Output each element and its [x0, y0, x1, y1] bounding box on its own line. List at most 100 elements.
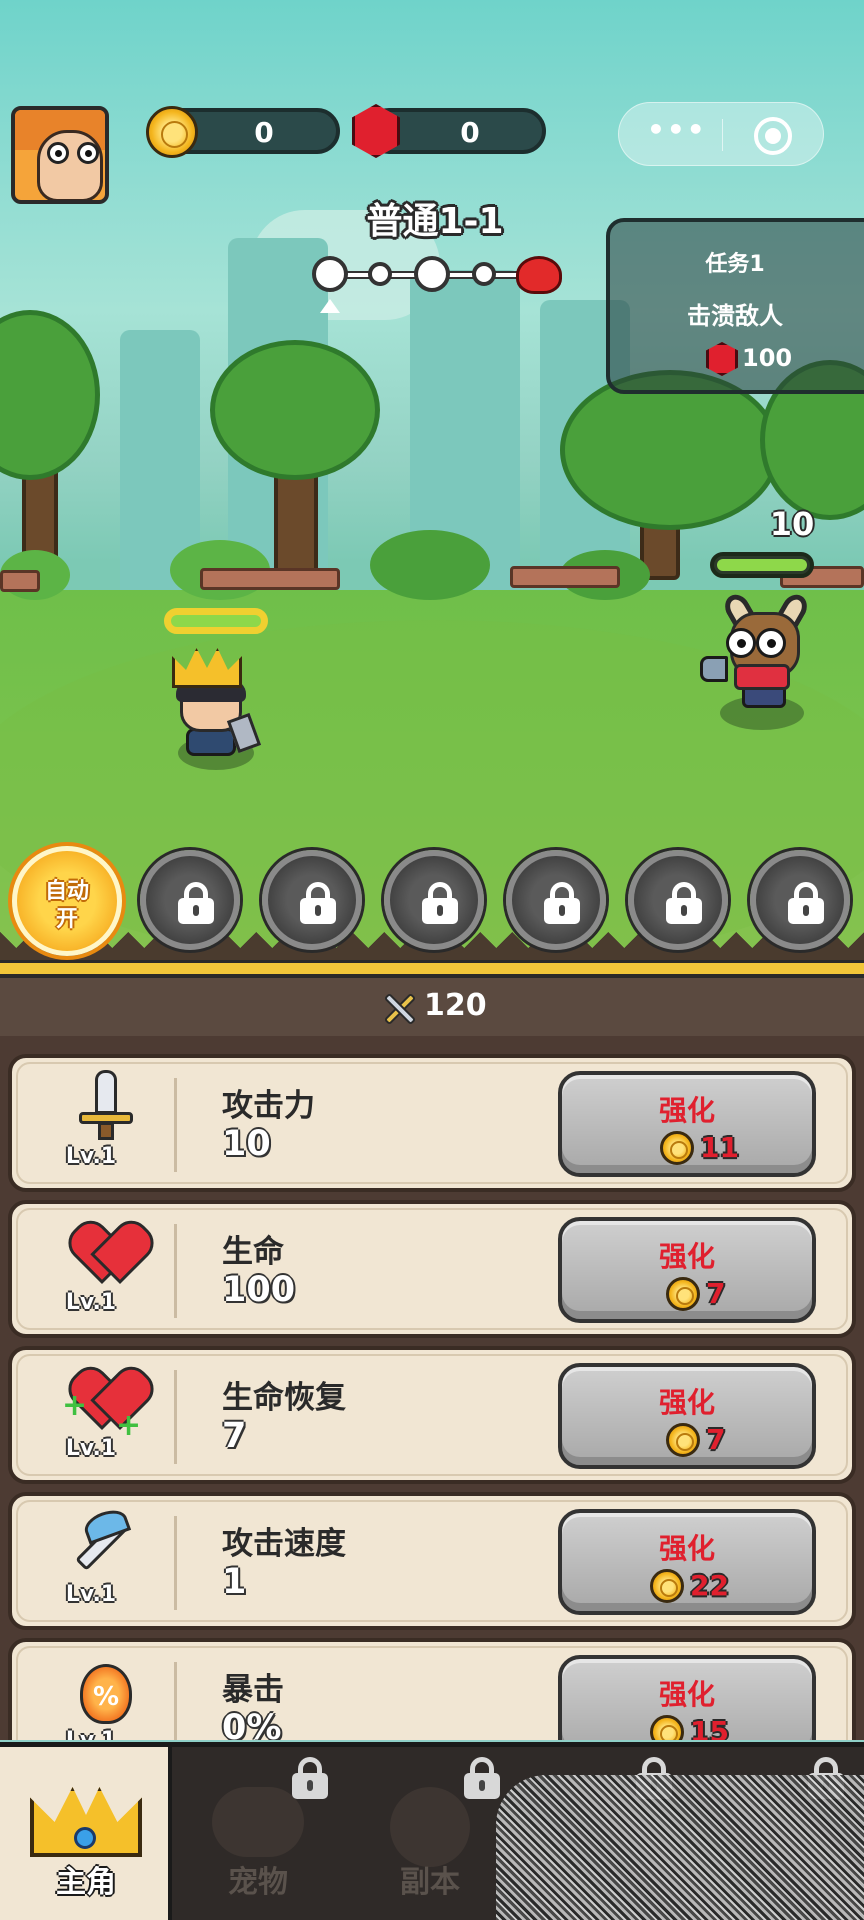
- upgrade-level: Lv.1: [46, 1728, 136, 1740]
- upgrade-attack-button[interactable]: 强化 11: [558, 1071, 816, 1177]
- enemy-hp-fill: [717, 559, 807, 571]
- coin-icon: [650, 1715, 684, 1740]
- coin-icon: [666, 1423, 700, 1457]
- upgrade-hp-button[interactable]: 强化 7: [558, 1217, 816, 1323]
- progress-node: [368, 262, 392, 286]
- card-divider: [174, 1078, 177, 1172]
- upgrade-name: 攻击力: [222, 1088, 315, 1124]
- lock-icon: [292, 1757, 328, 1799]
- lock-icon: [178, 882, 214, 924]
- card-divider: [174, 1224, 177, 1318]
- bush: [370, 530, 490, 600]
- upgrade-attack-speed-button[interactable]: 强化 22: [558, 1509, 816, 1615]
- avatar-eye: [77, 142, 99, 164]
- auto-battle-button[interactable]: 自动 开: [12, 846, 122, 956]
- upgrade-name: 生命恢复: [222, 1380, 346, 1416]
- enemy-weapon: [700, 656, 728, 682]
- avatar-eye: [47, 142, 69, 164]
- upgrade-value: 10: [222, 1124, 271, 1164]
- upgrade-crit-button[interactable]: 强化 15: [558, 1655, 816, 1740]
- upgrade-level: Lv.1: [65, 1144, 117, 1169]
- tab-label: 副本: [400, 1865, 460, 1900]
- card-divider: [174, 1370, 177, 1464]
- upgrade-button-label: 强化: [658, 1532, 715, 1565]
- coin-icon: [650, 1569, 684, 1603]
- close-miniprogram-icon[interactable]: [754, 117, 792, 155]
- obscured-region: [496, 1775, 864, 1920]
- hero-hp-bar: [164, 608, 268, 634]
- upgrade-cost: 11: [562, 1129, 812, 1165]
- combat-power-value: 120: [424, 988, 487, 1023]
- bottom-nav: 主角 宠物 副本: [0, 1742, 864, 1920]
- lock-icon: [422, 882, 458, 924]
- fence: [200, 568, 340, 590]
- upgrade-card-attack: Lv.1 攻击力 10 强化 11: [8, 1054, 856, 1192]
- crit-icon: %: [80, 1664, 132, 1724]
- coin-icon: [146, 106, 198, 158]
- dungeon-shield-icon: [390, 1787, 470, 1867]
- upgrade-card-crit: % Lv.1 暴击 0% 强化 15: [8, 1638, 856, 1740]
- crossed-swords-icon: [382, 992, 418, 1026]
- tab-hero[interactable]: 主角: [0, 1747, 172, 1920]
- more-menu-icon[interactable]: •••: [647, 116, 705, 145]
- task-title: 任务1: [705, 252, 765, 277]
- card-divider: [174, 1662, 177, 1740]
- progress-node: [414, 256, 450, 292]
- upgrade-card-hp: Lv.1 生命 100 强化 7: [8, 1200, 856, 1338]
- coin-count: 0: [254, 116, 274, 149]
- gem-icon: [706, 342, 738, 376]
- upgrade-level: Lv.1: [65, 1436, 117, 1461]
- upgrade-level: Lv.1: [65, 1290, 117, 1315]
- upgrade-value: 7: [222, 1416, 247, 1456]
- task-reward: 100: [698, 342, 818, 376]
- player-avatar[interactable]: [11, 106, 109, 204]
- tree-canopy: [210, 340, 380, 480]
- boss-icon: [516, 256, 562, 294]
- cat-icon: [212, 1787, 304, 1857]
- skill-slot-locked[interactable]: [506, 850, 606, 950]
- skill-slot-locked[interactable]: [384, 850, 484, 950]
- tab-pet[interactable]: 宠物: [172, 1747, 344, 1920]
- progress-node: [472, 262, 496, 286]
- upgrade-name: 暴击: [222, 1672, 284, 1708]
- task-reward-amount: 100: [742, 344, 793, 372]
- progress-node-current: [312, 256, 348, 292]
- skill-slot-locked[interactable]: [262, 850, 362, 950]
- upgrade-cost: 7: [562, 1421, 812, 1457]
- skill-slot-locked[interactable]: [628, 850, 728, 950]
- tab-dungeon[interactable]: 副本: [344, 1747, 516, 1920]
- upgrade-cost-amount: 15: [690, 1715, 729, 1740]
- upgrade-value: 0%: [222, 1708, 282, 1740]
- upgrade-cost-amount: 22: [690, 1569, 729, 1602]
- coin-icon: [660, 1131, 694, 1165]
- heart-icon: [78, 1226, 138, 1280]
- skill-slot-locked[interactable]: [140, 850, 240, 950]
- coin-icon: [666, 1277, 700, 1311]
- crown-gem: [74, 1827, 96, 1849]
- upgrade-cost: 15: [562, 1713, 812, 1740]
- upgrade-card-attack-speed: Lv.1 攻击速度 1 强化 22: [8, 1492, 856, 1630]
- upgrade-cost-amount: 7: [706, 1423, 726, 1456]
- lock-icon: [464, 1757, 500, 1799]
- tab-label: 主角: [56, 1865, 116, 1900]
- task-panel[interactable]: 任务1 击溃敌人 100: [606, 218, 864, 394]
- fence: [510, 566, 620, 588]
- lock-icon: [788, 882, 824, 924]
- capsule-divider: [722, 119, 723, 151]
- progress-marker-icon: [320, 299, 340, 313]
- lock-icon: [544, 882, 580, 924]
- tree-canopy: [0, 310, 100, 480]
- skill-slot-locked[interactable]: [750, 850, 850, 950]
- avatar-face: [37, 130, 103, 200]
- upgrade-hp-regen-button[interactable]: 强化 7: [558, 1363, 816, 1469]
- upgrade-name: 攻击速度: [222, 1526, 346, 1562]
- battle-scene: 0 0 ••• 普通1-1 任务1 击溃敌人 100 10 自动 开: [0, 0, 864, 970]
- miniprogram-capsule: •••: [618, 102, 824, 166]
- upgrade-cost: 7: [562, 1275, 812, 1311]
- upgrade-level: Lv.1: [65, 1582, 117, 1607]
- upgrade-cost-amount: 11: [700, 1131, 739, 1164]
- upgrade-name: 生命: [222, 1234, 284, 1270]
- upgrade-value: 100: [222, 1270, 296, 1310]
- hero-hp-fill: [171, 615, 261, 627]
- upgrade-button-label: 强化: [658, 1094, 715, 1127]
